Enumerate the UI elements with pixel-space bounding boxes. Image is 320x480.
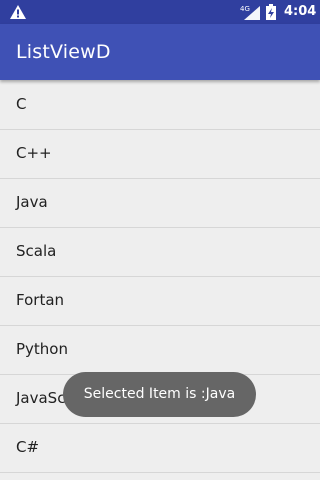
toast-message: Selected Item is :Java xyxy=(63,372,256,417)
signal-icon: 4G xyxy=(240,5,260,20)
list-item[interactable]: C xyxy=(0,81,320,130)
list-item[interactable]: Python xyxy=(0,326,320,375)
list-item-label: Java xyxy=(16,193,48,211)
list-item[interactable]: Java xyxy=(0,179,320,228)
status-time: 4:04 xyxy=(284,4,317,19)
list-item-label: Scala xyxy=(16,242,57,260)
network-type-label: 4G xyxy=(240,5,250,13)
app-bar: ListViewD xyxy=(0,24,320,80)
list-item-label: C# xyxy=(16,438,40,456)
list-item-label: C xyxy=(16,95,27,113)
list-item-label: Python xyxy=(16,340,68,358)
status-bar: 4G 4:04 xyxy=(0,0,320,24)
battery-charging-icon xyxy=(266,4,276,20)
screen: 4G 4:04 ListViewD C C++ Java Scala Forta… xyxy=(0,0,320,480)
app-title: ListViewD xyxy=(16,41,111,63)
list-item[interactable]: C# xyxy=(0,424,320,473)
list-item[interactable]: Scala xyxy=(0,228,320,277)
list-item-label: Fortan xyxy=(16,291,65,309)
list-item[interactable]: C++ xyxy=(0,130,320,179)
list-item[interactable]: Fortan xyxy=(0,277,320,326)
warning-icon xyxy=(10,5,26,19)
list-item-label: C++ xyxy=(16,144,52,162)
